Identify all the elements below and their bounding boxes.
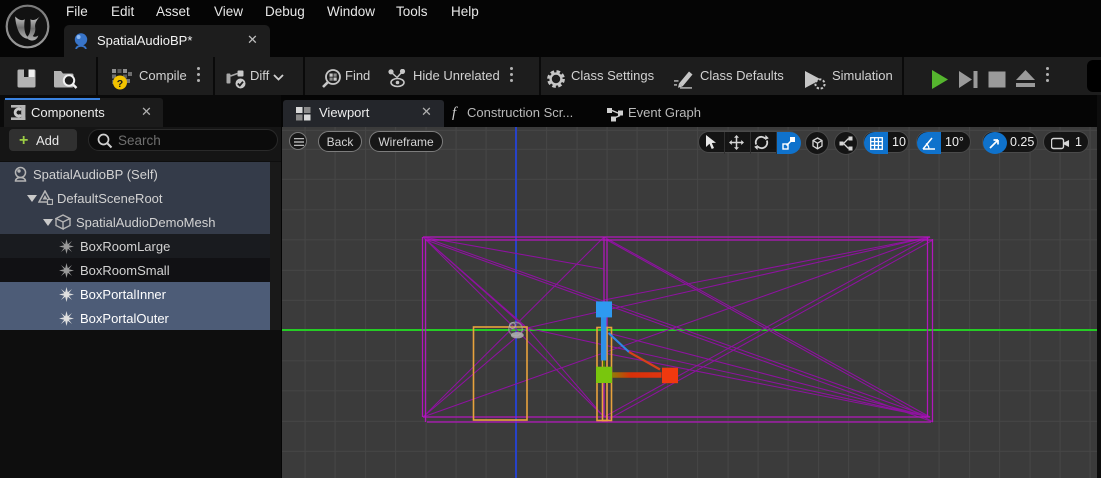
svg-text:?: ? <box>117 78 123 90</box>
